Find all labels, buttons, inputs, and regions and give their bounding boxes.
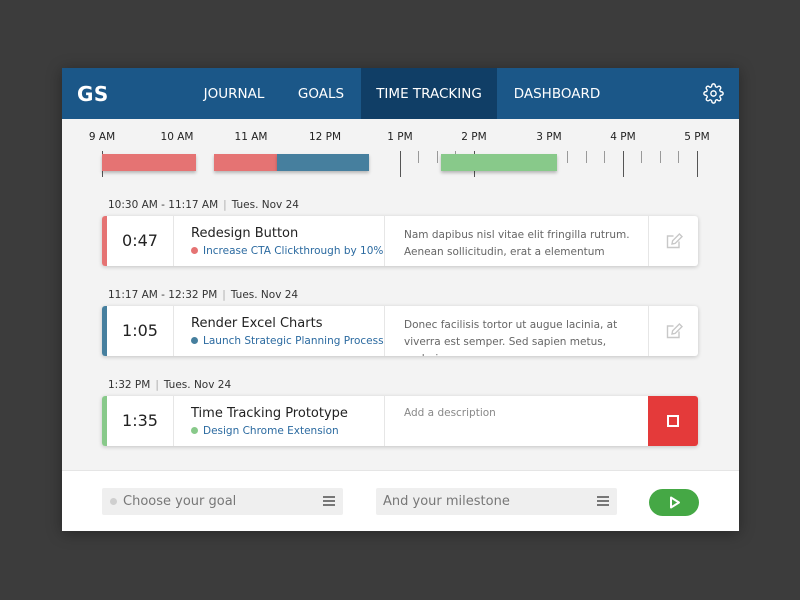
entry-date: Tues. Nov 24 [230, 289, 299, 301]
entry-meta: 11:17 AM - 12:32 PM | Tues. Nov 24 [108, 289, 299, 301]
entry-goal[interactable]: Launch Strategic Planning Process [191, 335, 384, 347]
edit-icon [666, 233, 683, 249]
hour-label: 12 PM [308, 131, 342, 143]
goal-dot [191, 247, 198, 254]
entry-time-range: 1:32 PM [108, 379, 151, 391]
entry-goal-label: Design Chrome Extension [203, 425, 339, 437]
entry-meta: 1:32 PM | Tues. Nov 24 [108, 379, 232, 391]
hour-label: 1 PM [387, 131, 413, 143]
hour-tick [400, 151, 401, 177]
milestone-select[interactable]: And your milestone [376, 488, 617, 515]
entry-task-title: Time Tracking Prototype [191, 406, 348, 421]
settings-button[interactable] [703, 83, 724, 104]
time-tracker-app: GS JOURNAL GOALS TIME TRACKING DASHBOARD… [62, 68, 739, 531]
hour-tick [623, 151, 624, 177]
entry-meta: 10:30 AM - 11:17 AM | Tues. Nov 24 [108, 199, 299, 211]
timeline-segment-redesign[interactable] [102, 154, 196, 171]
edit-entry-button[interactable] [648, 306, 698, 356]
entry-description: Nam dapibus nisl vitae elit fringilla ru… [404, 229, 630, 266]
start-timer-button[interactable] [649, 489, 699, 516]
entry-duration: 1:35 [107, 396, 174, 446]
entry-duration: 0:47 [107, 216, 174, 266]
entry-description-box[interactable]: Donec facilisis tortor ut augue lacinia,… [384, 306, 649, 356]
goal-select[interactable]: Choose your goal [102, 488, 343, 515]
goal-dot [191, 427, 198, 434]
entry-task-title: Redesign Button [191, 226, 299, 241]
minor-tick [604, 151, 605, 163]
minor-tick [660, 151, 661, 163]
minor-tick [418, 151, 419, 163]
entry-goal[interactable]: Increase CTA Clickthrough by 10% [191, 245, 383, 257]
minor-tick [678, 151, 679, 163]
minor-tick [641, 151, 642, 163]
entry-time-range: 11:17 AM - 12:32 PM [108, 289, 218, 301]
hour-label: 3 PM [536, 131, 562, 143]
entry-duration: 1:05 [107, 306, 174, 356]
hour-label: 9 AM [88, 131, 116, 143]
minor-tick [567, 151, 568, 163]
entry-date: Tues. Nov 24 [231, 199, 299, 211]
menu-icon [597, 496, 609, 506]
time-entry-card[interactable]: 1:05 Render Excel Charts Launch Strategi… [102, 306, 698, 356]
menu-icon [323, 496, 335, 506]
hour-label: 2 PM [461, 131, 487, 143]
goal-dot [110, 498, 117, 505]
entry-description: Donec facilisis tortor ut augue lacinia,… [404, 319, 618, 356]
new-entry-bar: Choose your goal And your milestone [62, 470, 739, 531]
timeline-segment-excel-charts[interactable] [277, 154, 369, 171]
gear-icon [703, 83, 724, 104]
tab-dashboard[interactable]: DASHBOARD [504, 68, 610, 119]
hour-label: 5 PM [684, 131, 710, 143]
stop-timer-button[interactable] [648, 396, 698, 446]
tab-journal[interactable]: JOURNAL [188, 68, 280, 119]
entry-description-input[interactable]: Add a description [384, 396, 649, 446]
top-navigation-bar: GS JOURNAL GOALS TIME TRACKING DASHBOARD [62, 68, 739, 119]
daily-timeline: 9 AM 10 AM 11 AM 12 PM 1 PM 2 PM 3 PM 4 … [62, 119, 739, 199]
goal-dot [191, 337, 198, 344]
play-icon [670, 496, 680, 509]
entry-goal[interactable]: Design Chrome Extension [191, 425, 339, 437]
time-entry-card[interactable]: 0:47 Redesign Button Increase CTA Clickt… [102, 216, 698, 266]
timeline-segment-redesign-button[interactable] [214, 154, 277, 171]
minor-tick [437, 151, 438, 163]
hour-label: 11 AM [234, 131, 268, 143]
minor-tick [586, 151, 587, 163]
tab-time-tracking[interactable]: TIME TRACKING [361, 68, 497, 119]
entry-date: Tues. Nov 24 [163, 379, 232, 391]
entry-description-box[interactable]: Nam dapibus nisl vitae elit fringilla ru… [384, 216, 649, 266]
entry-goal-label: Increase CTA Clickthrough by 10% [203, 245, 384, 257]
hour-label: 10 AM [160, 131, 194, 143]
edit-icon [666, 323, 683, 339]
timeline-segment-prototype[interactable] [441, 154, 557, 171]
app-logo[interactable]: GS [77, 82, 109, 106]
hour-tick [697, 151, 698, 177]
tab-goals[interactable]: GOALS [286, 68, 356, 119]
entry-time-range: 10:30 AM - 11:17 AM [108, 199, 219, 211]
entry-goal-label: Launch Strategic Planning Process [203, 335, 384, 347]
milestone-placeholder: And your milestone [383, 494, 510, 509]
description-placeholder: Add a description [404, 407, 496, 419]
edit-entry-button[interactable] [648, 216, 698, 266]
stop-icon [667, 415, 679, 427]
hour-label: 4 PM [610, 131, 636, 143]
active-time-entry-card[interactable]: 1:35 Time Tracking Prototype Design Chro… [102, 396, 698, 446]
goal-placeholder: Choose your goal [123, 494, 237, 509]
entry-task-title: Render Excel Charts [191, 316, 323, 331]
